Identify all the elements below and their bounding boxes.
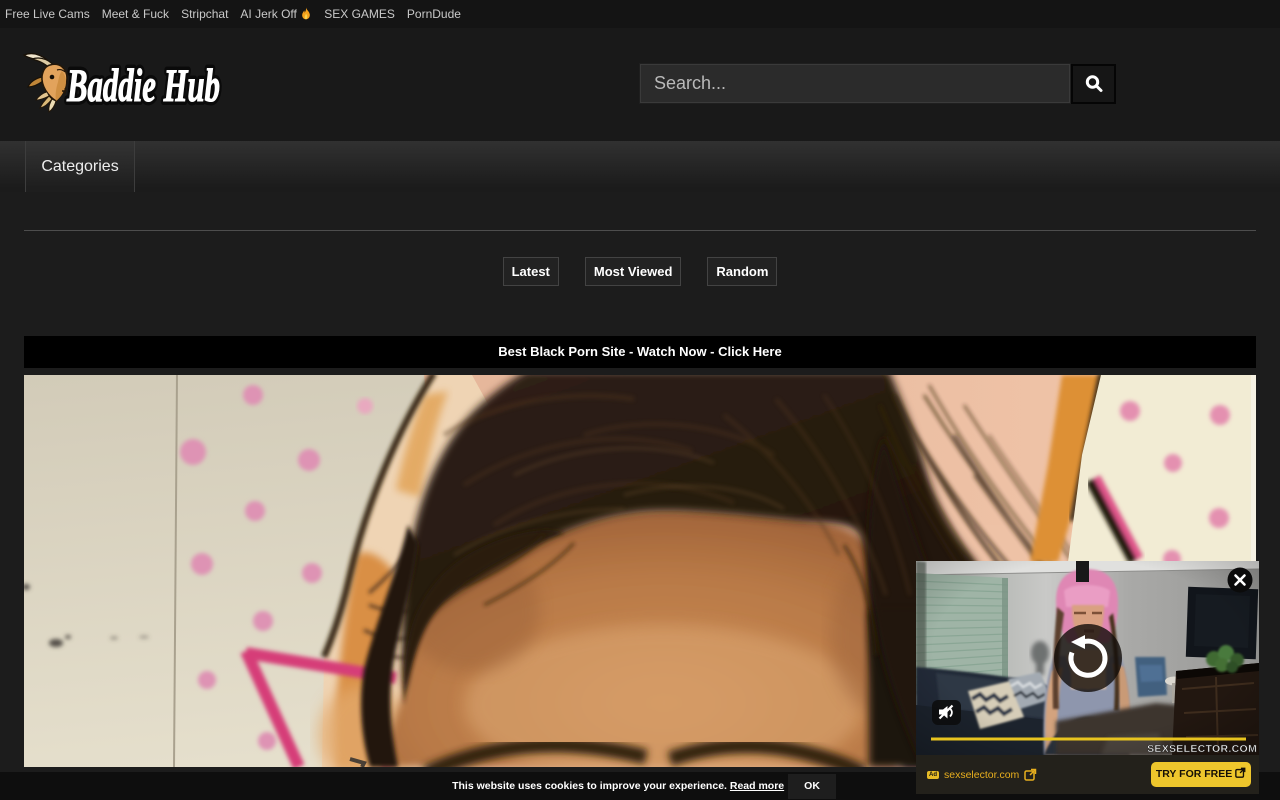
svg-text:SEXSELECTOR.COM: SEXSELECTOR.COM [1147, 743, 1257, 755]
svg-text:Baddie Hub: Baddie Hub [66, 60, 220, 112]
